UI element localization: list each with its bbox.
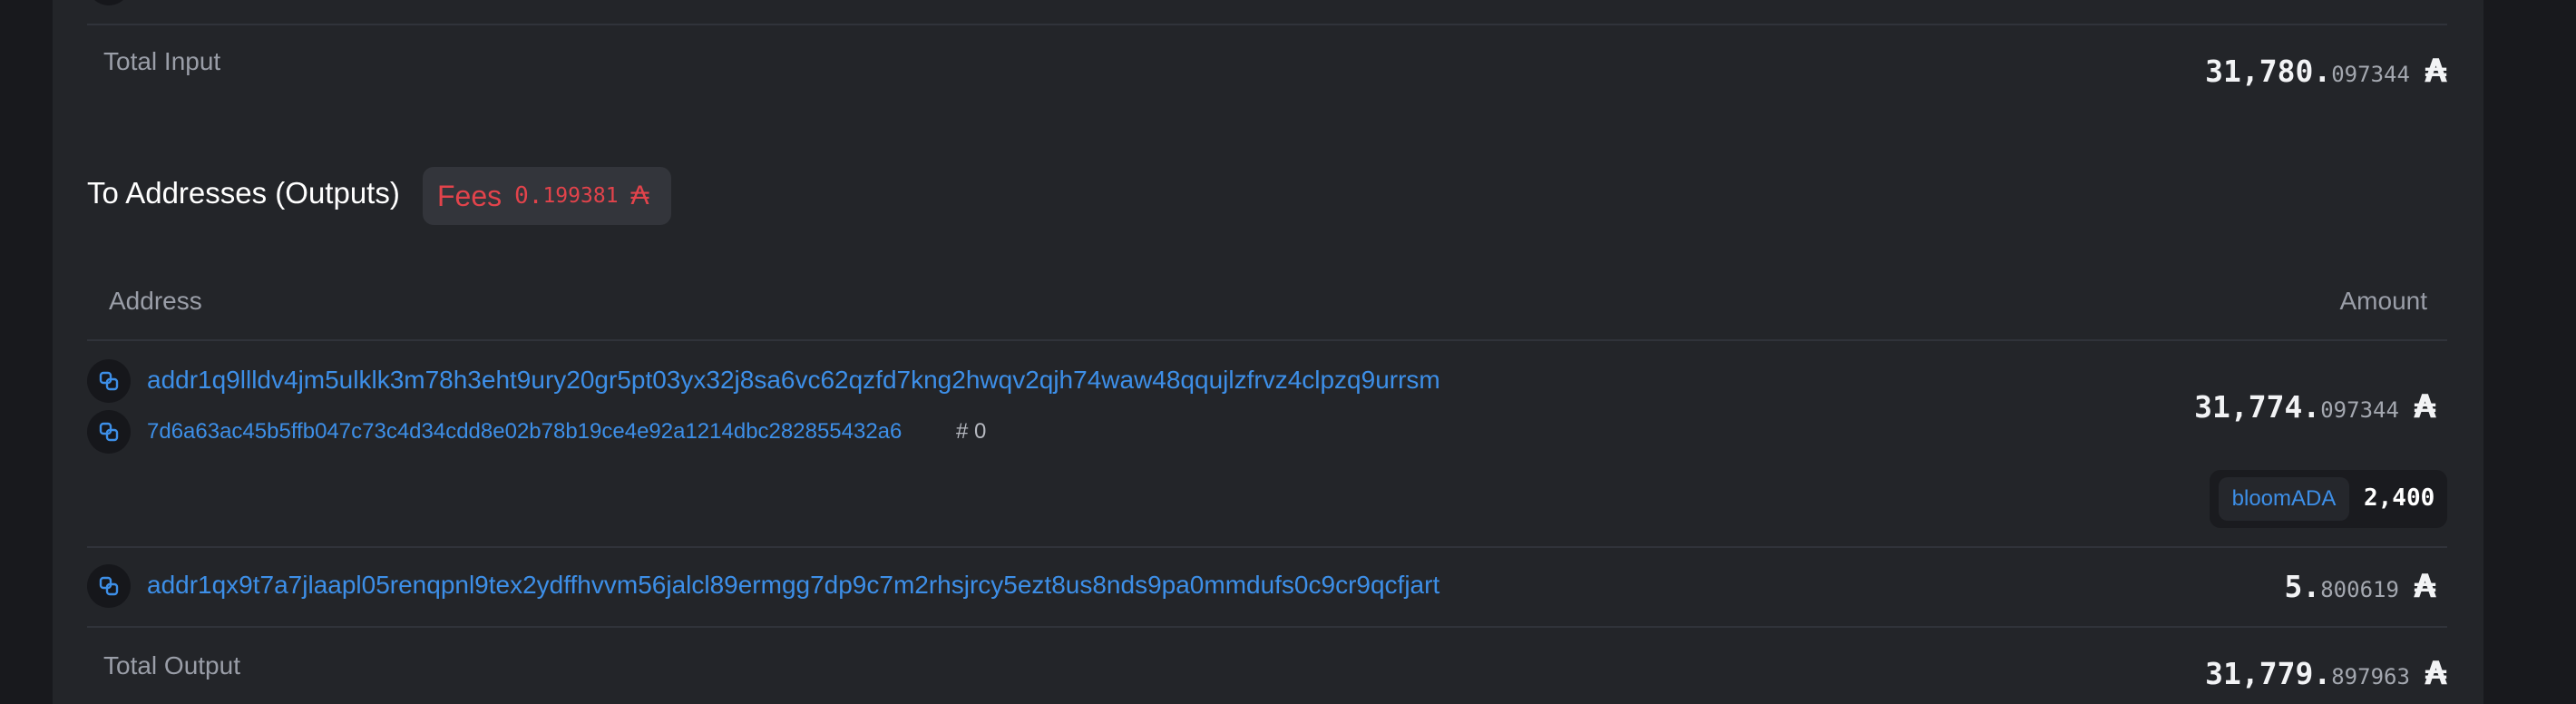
row-1-amount-frac: 097344 [2320,397,2399,423]
token-badge: bloomADA 2,400 [2210,470,2447,528]
copy-address-button[interactable] [87,359,131,403]
copy-icon [99,371,119,391]
row-2-amount: 5. 800619 ₳ [2284,568,2436,605]
total-input-int: 31,780. [2205,54,2332,89]
copy-icon [99,422,119,442]
divider-header [87,339,2447,341]
total-output-frac: 897963 [2331,664,2410,689]
row-1-amount: 31,774. 097344 ₳ [2194,388,2436,425]
tx-hash-link[interactable]: 7d6a63ac45b5ffb047c73c4d34cdd8e02b78b19c… [147,419,902,445]
divider-input-top [87,24,2447,25]
total-output-amount: 31,779. 897963 ₳ [2205,655,2447,692]
copy-icon [99,576,119,596]
fees-ada-icon: ₳ [630,181,649,210]
row-1-amount-int: 31,774. [2194,389,2321,425]
divider-row-1 [87,546,2447,548]
column-header-address: Address [109,287,202,315]
total-input-label: Total Input [103,47,221,75]
row-2-amount-int: 5. [2284,569,2321,604]
fees-int: 0. [514,182,543,210]
copy-address-button[interactable] [87,564,131,608]
row-2-amount-frac: 800619 [2320,577,2399,602]
total-input-frac: 097344 [2331,62,2410,87]
total-input-amount: 31,780. 097344 ₳ [2205,53,2447,90]
total-output-int: 31,779. [2205,656,2332,691]
divider-row-2 [87,626,2447,628]
output-address-link[interactable]: addr1q9llldv4jm5ulklk3m78h3eht9ury20gr5p… [147,366,1440,395]
ada-icon: ₳ [2424,53,2447,90]
outputs-title: To Addresses (Outputs) [87,176,400,210]
copy-tx-hash-button[interactable] [87,410,131,454]
token-name-link[interactable]: bloomADA [2219,477,2349,521]
output-address-link[interactable]: addr1qx9t7a7jlaapl05renqpnl9tex2ydffhvvm… [147,571,1439,600]
token-amount: 2,400 [2364,484,2435,512]
ada-icon: ₳ [2413,568,2436,605]
fees-badge: Fees 0. 199381 ₳ [423,167,671,225]
fees-frac: 199381 [542,184,619,208]
total-output-label: Total Output [103,651,240,680]
column-header-amount: Amount [2339,287,2428,315]
ada-icon: ₳ [2424,655,2447,692]
fees-label: Fees [437,179,503,212]
tx-output-index: # 0 [956,419,987,444]
ada-icon: ₳ [2413,388,2436,425]
